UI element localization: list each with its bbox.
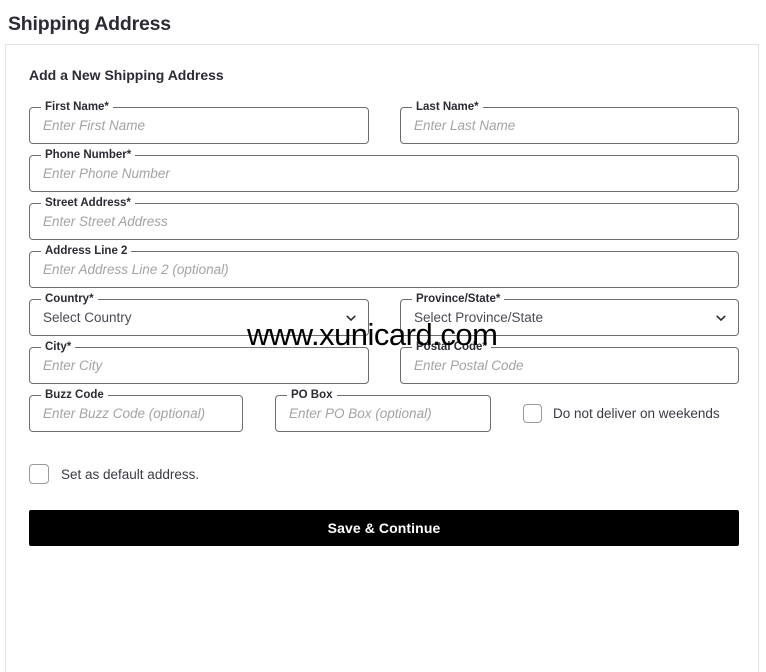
form-row-address-line-2: Address Line 2 bbox=[29, 244, 739, 288]
field-first-name[interactable]: First Name* bbox=[29, 100, 369, 144]
field-street-address[interactable]: Street Address* bbox=[29, 196, 739, 240]
field-postal-code[interactable]: Postal Code* bbox=[400, 340, 739, 384]
field-address-line-2[interactable]: Address Line 2 bbox=[29, 244, 739, 288]
form-row-city-postal: City* Postal Code* bbox=[29, 340, 739, 384]
po-box-input[interactable] bbox=[276, 396, 490, 431]
first-name-input[interactable] bbox=[30, 108, 368, 143]
save-and-continue-button[interactable]: Save & Continue bbox=[29, 510, 739, 546]
field-city[interactable]: City* bbox=[29, 340, 369, 384]
last-name-input[interactable] bbox=[401, 108, 738, 143]
checkbox-box-set-default-address[interactable] bbox=[29, 464, 49, 484]
field-province-state[interactable]: Province/State* Select Province/State bbox=[400, 292, 739, 336]
city-input[interactable] bbox=[30, 348, 368, 383]
checkbox-label-no-weekend-delivery: Do not deliver on weekends bbox=[553, 406, 720, 421]
province-state-select[interactable]: Select Province/State bbox=[401, 300, 738, 335]
card-title: Add a New Shipping Address bbox=[29, 67, 224, 83]
field-phone-number[interactable]: Phone Number* bbox=[29, 148, 739, 192]
form-row-buzz-pobox-weekend: Buzz Code PO Box Do not deliver on weeke… bbox=[29, 388, 739, 432]
page-title: Shipping Address bbox=[8, 13, 171, 35]
country-select[interactable]: Select Country bbox=[30, 300, 368, 335]
checkbox-label-set-default-address: Set as default address. bbox=[61, 466, 200, 482]
address-line-2-input[interactable] bbox=[30, 252, 738, 287]
phone-number-input[interactable] bbox=[30, 156, 738, 191]
field-country[interactable]: Country* Select Country bbox=[29, 292, 369, 336]
shipping-address-form: First Name* Last Name* Phone Number* St bbox=[29, 100, 739, 546]
form-row-name: First Name* Last Name* bbox=[29, 100, 739, 144]
shipping-address-page: Shipping Address Add a New Shipping Addr… bbox=[0, 0, 766, 672]
form-row-street: Street Address* bbox=[29, 196, 739, 240]
form-row-country-province: Country* Select Country Province/State* … bbox=[29, 292, 739, 336]
postal-code-input[interactable] bbox=[401, 348, 738, 383]
form-row-phone: Phone Number* bbox=[29, 148, 739, 192]
field-po-box[interactable]: PO Box bbox=[275, 388, 491, 432]
checkbox-no-weekend-delivery[interactable]: Do not deliver on weekends bbox=[523, 395, 720, 432]
shipping-address-card: Add a New Shipping Address First Name* L… bbox=[5, 44, 759, 672]
checkbox-box-no-weekend-delivery[interactable] bbox=[523, 404, 542, 423]
buzz-code-input[interactable] bbox=[30, 396, 242, 431]
checkbox-set-default-address[interactable]: Set as default address. bbox=[29, 464, 739, 484]
field-last-name[interactable]: Last Name* bbox=[400, 100, 739, 144]
field-buzz-code[interactable]: Buzz Code bbox=[29, 388, 243, 432]
street-address-input[interactable] bbox=[30, 204, 738, 239]
